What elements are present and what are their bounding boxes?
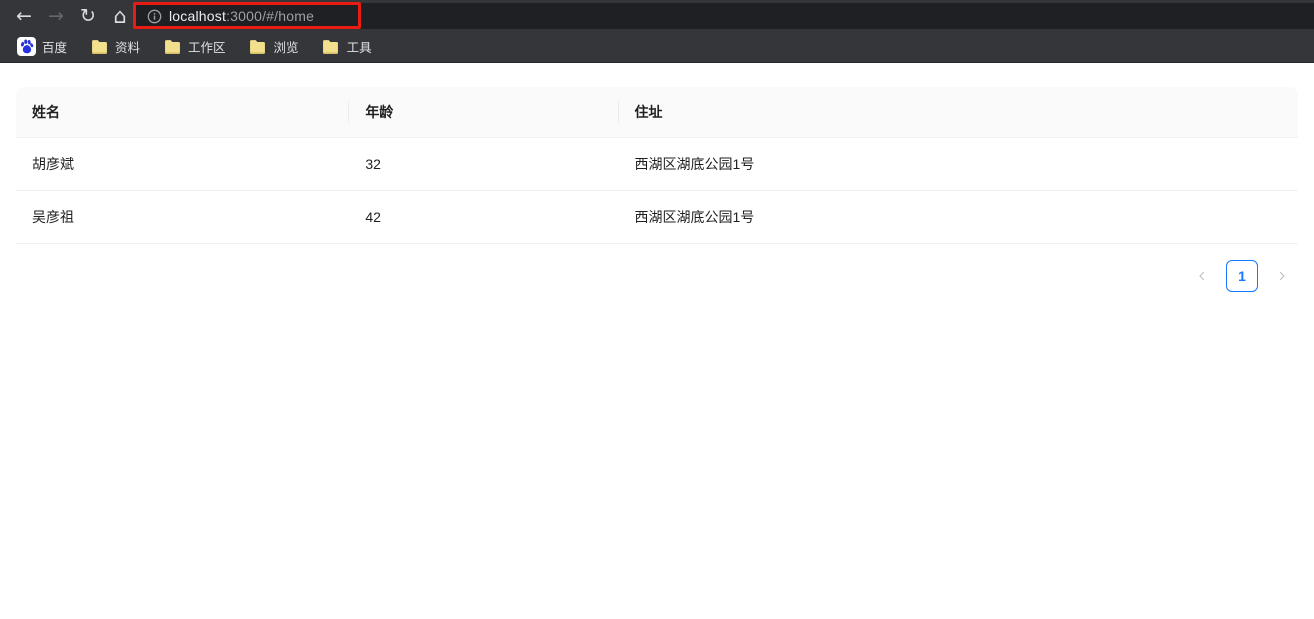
folder-icon <box>89 37 109 57</box>
back-icon[interactable]: ← <box>8 2 40 30</box>
cell-age: 42 <box>349 191 618 244</box>
bookmark-item[interactable]: 资料 <box>83 35 146 59</box>
cell-address: 西湖区湖底公园1号 <box>619 191 1298 244</box>
page-content: 姓名年龄住址 胡彦斌32西湖区湖底公园1号吴彦祖42西湖区湖底公园1号 1 <box>0 63 1314 618</box>
bookmarks-bar: 百度 资料 工作区 浏览 工具 <box>0 31 1314 63</box>
folder-icon <box>248 37 268 57</box>
forward-icon: → <box>40 2 72 30</box>
address-bar[interactable]: localhost:3000/#/home <box>133 3 1314 29</box>
reload-icon[interactable]: ↻ <box>72 2 104 30</box>
table-row: 吴彦祖42西湖区湖底公园1号 <box>16 191 1298 244</box>
bookmark-item[interactable]: 工作区 <box>156 35 232 59</box>
nav-buttons: ← → ↻ ⌂ <box>0 0 136 31</box>
browser-toolbar: ← → ↻ ⌂ localhost:3000/#/home <box>0 0 1314 31</box>
bookmark-label: 工具 <box>347 37 372 56</box>
cell-name: 胡彦斌 <box>16 138 349 191</box>
cell-address: 西湖区湖底公园1号 <box>619 138 1298 191</box>
url-path: :3000/#/home <box>226 8 314 24</box>
bookmark-item[interactable]: 浏览 <box>242 35 305 59</box>
folder-icon <box>162 37 182 57</box>
data-table: 姓名年龄住址 胡彦斌32西湖区湖底公园1号吴彦祖42西湖区湖底公园1号 <box>16 87 1298 244</box>
bookmark-item[interactable]: 工具 <box>315 35 378 59</box>
folder-icon <box>321 37 341 57</box>
cell-age: 32 <box>349 138 618 191</box>
info-icon[interactable] <box>143 9 165 24</box>
home-icon[interactable]: ⌂ <box>104 2 136 30</box>
url-text[interactable]: localhost:3000/#/home <box>169 8 314 24</box>
bookmark-label: 资料 <box>115 37 140 56</box>
next-page-icon[interactable] <box>1266 260 1298 292</box>
browser-chrome: ← → ↻ ⌂ localhost:3000/#/home 百度 资料 工作区 浏览 工… <box>0 0 1314 63</box>
column-header-age: 年龄 <box>349 87 618 138</box>
bookmark-item[interactable]: 百度 <box>10 35 73 59</box>
baidu-favicon-icon <box>16 37 36 57</box>
table-body: 胡彦斌32西湖区湖底公园1号吴彦祖42西湖区湖底公园1号 <box>16 138 1298 244</box>
table-header-row: 姓名年龄住址 <box>16 87 1298 138</box>
bookmark-label: 百度 <box>42 37 67 56</box>
column-header-address: 住址 <box>619 87 1298 138</box>
page-number-button[interactable]: 1 <box>1226 260 1258 292</box>
pagination: 1 <box>16 260 1298 292</box>
bookmark-label: 浏览 <box>274 37 299 56</box>
cell-name: 吴彦祖 <box>16 191 349 244</box>
prev-page-icon[interactable] <box>1186 260 1218 292</box>
url-host: localhost <box>169 8 226 24</box>
column-header-name: 姓名 <box>16 87 349 138</box>
bookmark-label: 工作区 <box>188 37 226 56</box>
table-row: 胡彦斌32西湖区湖底公园1号 <box>16 138 1298 191</box>
